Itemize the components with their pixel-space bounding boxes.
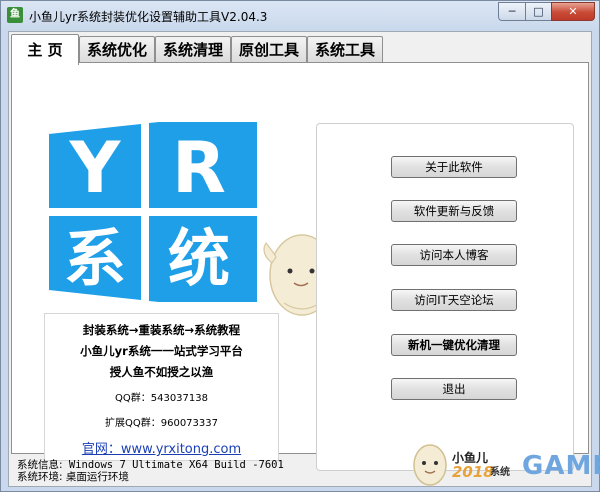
one-click-optimize-button[interactable]: 新机一键优化清理	[391, 334, 517, 356]
app-icon: 鱼	[7, 7, 23, 23]
home-tab-page: Y R 系 统 封装系统→重装系统→系统教程 小鱼儿yr系统一一站式学习平台 授…	[11, 62, 589, 471]
website-link[interactable]: 官网：www.yrxitong.com	[45, 438, 278, 457]
logo-letter-r: R	[172, 127, 226, 209]
window-title: 小鱼儿yr系统封装优化设置辅助工具V2.04.3	[29, 10, 268, 24]
tab-home[interactable]: 主 页	[11, 34, 79, 65]
minimize-button[interactable]: ─	[498, 2, 526, 21]
system-info-label: 系统信息:	[17, 459, 63, 471]
exit-button[interactable]: 退出	[391, 378, 517, 400]
application-window: 鱼 小鱼儿yr系统封装优化设置辅助工具V2.04.3 ─ □ ✕ 主 页 系统优…	[0, 0, 600, 492]
watermark-fish-icon	[413, 444, 447, 486]
title-bar[interactable]: 鱼 小鱼儿yr系统封装优化设置辅助工具V2.04.3 ─ □ ✕	[1, 1, 599, 29]
button-panel: 关于此软件 软件更新与反馈 访问本人博客 访问IT天空论坛 新机一键优化清理 退…	[316, 123, 574, 471]
info-line-2: 小鱼儿yr系统一一站式学习平台	[80, 344, 243, 358]
qq-group-extended: 扩展QQ群：960073337	[104, 418, 218, 429]
yr-logo-image: Y R 系 统	[49, 122, 257, 302]
system-env-label: 系统环境:	[17, 471, 63, 483]
logo-char-xi: 系	[64, 222, 126, 295]
logo-char-tong: 统	[168, 222, 230, 295]
visit-itsky-forum-button[interactable]: 访问IT天空论坛	[391, 289, 517, 311]
visit-blog-button[interactable]: 访问本人博客	[391, 244, 517, 266]
info-line-3: 授人鱼不如授之以渔	[109, 365, 214, 379]
update-feedback-button[interactable]: 软件更新与反馈	[391, 200, 517, 222]
client-area: 主 页 系统优化 系统清理 原创工具 系统工具 Y R 系 统 封装系统→重装系…	[8, 31, 592, 487]
tab-system-optimize[interactable]: 系统优化	[79, 36, 155, 62]
qq-group: QQ群：543037138	[114, 393, 208, 404]
watermark-year: 2018	[452, 463, 494, 481]
watermark-overlap: 系统	[490, 467, 510, 478]
watermark-game: GAME	[522, 451, 600, 481]
system-env-value: 桌面运行环境	[62, 471, 129, 483]
system-info-value: Windows 7 Ultimate X64 Build -7601	[62, 459, 284, 471]
watermark: 小鱼儿 2018 系统 GAME	[410, 441, 600, 489]
info-line-1: 封装系统→重装系统→系统教程	[82, 323, 241, 337]
status-area: 系统信息: Windows 7 Ultimate X64 Build -7601…	[17, 459, 284, 483]
system-env-row: 系统环境: 桌面运行环境	[17, 471, 284, 483]
info-panel: 封装系统→重装系统→系统教程 小鱼儿yr系统一一站式学习平台 授人鱼不如授之以渔…	[44, 313, 279, 461]
system-info-row: 系统信息: Windows 7 Ultimate X64 Build -7601	[17, 459, 284, 471]
tab-system-clean[interactable]: 系统清理	[155, 36, 231, 62]
tab-system-tools[interactable]: 系统工具	[307, 36, 383, 62]
close-button[interactable]: ✕	[551, 2, 595, 21]
logo-letter-y: Y	[69, 127, 122, 209]
tab-original-tools[interactable]: 原创工具	[231, 36, 307, 62]
maximize-button[interactable]: □	[525, 2, 552, 21]
about-software-button[interactable]: 关于此软件	[391, 156, 517, 178]
